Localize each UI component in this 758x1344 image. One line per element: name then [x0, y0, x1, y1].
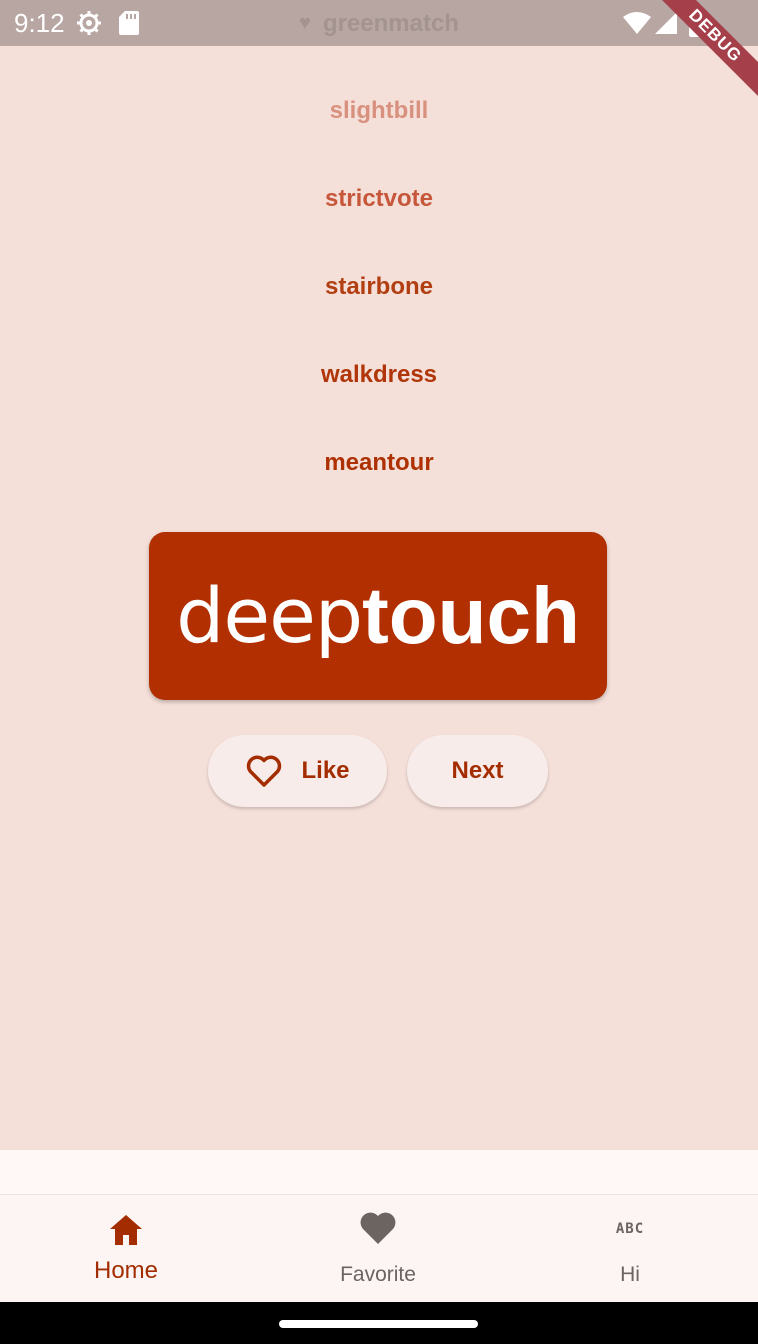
- nav-item-favorite[interactable]: Favorite: [252, 1195, 504, 1303]
- nav-label-home: Home: [93, 1257, 159, 1284]
- abc-icon: ABC: [615, 1221, 645, 1237]
- home-indicator[interactable]: [279, 1320, 478, 1328]
- like-button-label: Like: [301, 757, 350, 784]
- home-icon: [110, 1215, 142, 1245]
- word-first-part: deep: [176, 571, 363, 660]
- next-button[interactable]: Next: [407, 735, 548, 807]
- bottom-navigation: Home Favorite ABC Hi: [0, 1194, 758, 1303]
- system-navigation-bar: [0, 1302, 758, 1344]
- word-second-part: touch: [362, 571, 580, 660]
- nav-label-hi: Hi: [620, 1263, 640, 1286]
- history-word: slightbill: [329, 97, 429, 124]
- nav-label-favorite: Favorite: [340, 1263, 416, 1286]
- current-word-card: deep touch: [149, 532, 607, 700]
- nav-item-home[interactable]: Home: [0, 1195, 252, 1303]
- content-bottom-strip: [0, 1150, 758, 1194]
- favorite-heart-icon: ♥: [299, 12, 311, 34]
- nav-item-hi[interactable]: ABC Hi: [504, 1195, 756, 1303]
- history-word: meantour: [324, 449, 434, 476]
- heart-outline-icon: [247, 755, 282, 787]
- history-item-faded: ♥ greenmatch: [0, 6, 758, 41]
- history-word: strictvote: [324, 185, 434, 212]
- history-word-faded: greenmatch: [322, 10, 459, 37]
- history-word: walkdress: [320, 361, 438, 388]
- next-button-label: Next: [451, 757, 504, 784]
- heart-icon: [360, 1212, 396, 1244]
- history-word: stairbone: [324, 273, 434, 300]
- app-screen: 9:12 ♥ greenmatch DEBUG slightbill stric…: [0, 0, 758, 1344]
- like-button[interactable]: Like: [208, 735, 387, 807]
